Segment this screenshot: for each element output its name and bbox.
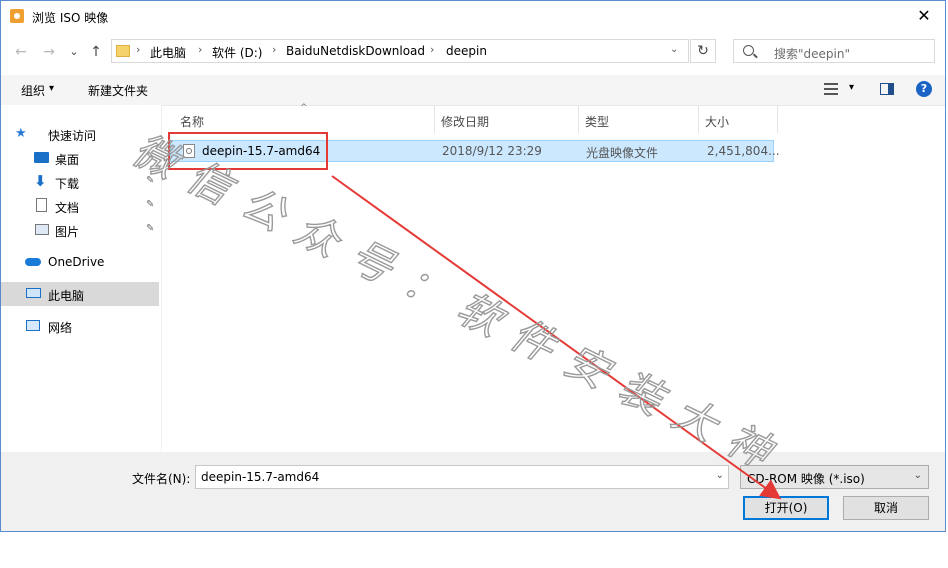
sidebar-item-label: 桌面 xyxy=(55,153,80,167)
sidebar-item-documents[interactable]: 文档 ✎ xyxy=(1,194,159,218)
breadcrumb-drive-d[interactable]: 软件 (D:) xyxy=(212,44,262,61)
view-options-icon[interactable] xyxy=(824,83,838,95)
pin-icon[interactable]: ✎ xyxy=(146,175,154,186)
sidebar-item-label: 图片 xyxy=(55,225,80,239)
file-size: 2,451,804... xyxy=(707,144,780,158)
title-bar: 浏览 ISO 映像 ✕ xyxy=(1,1,945,31)
sidebar-item-label: 快速访问 xyxy=(48,129,97,143)
filename-value: deepin-15.7-amd64 xyxy=(201,470,320,484)
column-divider[interactable] xyxy=(777,105,778,133)
back-button[interactable]: ← xyxy=(12,43,30,61)
network-icon xyxy=(26,320,40,331)
breadcrumb-separator: › xyxy=(430,43,435,56)
sidebar-item-label: OneDrive xyxy=(48,255,105,269)
up-button[interactable]: ↑ xyxy=(87,43,105,61)
filename-label: 文件名(N): xyxy=(132,472,191,486)
address-dropdown-icon[interactable]: ⌄ xyxy=(670,44,678,55)
navigation-bar: ← → ⌄ ↑ › 此电脑 › 软件 (D:) › BaiduNetdiskDo… xyxy=(1,35,945,69)
file-type: 光盘映像文件 xyxy=(586,146,659,160)
pin-icon[interactable]: ✎ xyxy=(146,199,154,210)
chevron-down-icon: ▾ xyxy=(49,83,55,94)
navigation-pane: ★ 快速访问 桌面 ✎ ⬇ 下载 ✎ 文档 ✎ 图片 ✎ OneDrive 此电… xyxy=(1,105,162,451)
forward-button[interactable]: → xyxy=(40,43,58,61)
close-button[interactable]: ✕ xyxy=(909,3,939,29)
breadcrumb-this-pc[interactable]: 此电脑 xyxy=(150,44,186,61)
computer-icon xyxy=(26,288,41,298)
search-input[interactable]: 搜索"deepin" xyxy=(774,45,850,62)
annotation-highlight-box xyxy=(168,132,328,170)
desktop-icon xyxy=(34,152,49,163)
window-title: 浏览 ISO 映像 xyxy=(32,11,109,25)
open-button[interactable]: 打开(O) xyxy=(743,496,829,520)
filetype-value: CD-ROM 映像 (*.iso) xyxy=(747,472,865,486)
dialog-footer: 文件名(N): deepin-15.7-amd64 ⌄ CD-ROM 映像 (*… xyxy=(1,452,945,531)
cloud-icon xyxy=(25,258,41,266)
sidebar-item-desktop[interactable]: 桌面 ✎ xyxy=(1,146,159,170)
folder-icon xyxy=(116,45,130,57)
column-divider[interactable] xyxy=(578,105,579,133)
file-dialog: 浏览 ISO 映像 ✕ ← → ⌄ ↑ › 此电脑 › 软件 (D:) › Ba… xyxy=(0,0,946,532)
breadcrumb-separator: › xyxy=(136,43,141,56)
download-icon: ⬇ xyxy=(34,172,47,190)
pin-icon[interactable]: ✎ xyxy=(146,223,154,234)
column-divider[interactable] xyxy=(698,105,699,133)
sidebar-item-network[interactable]: 网络 xyxy=(1,314,159,338)
sidebar-item-downloads[interactable]: ⬇ 下载 ✎ xyxy=(1,170,159,194)
sort-ascending-icon: ^ xyxy=(300,103,308,113)
organize-button[interactable]: 组织 xyxy=(21,82,45,99)
filetype-select[interactable]: CD-ROM 映像 (*.iso) ⌄ xyxy=(740,465,929,489)
file-modified: 2018/9/12 23:29 xyxy=(442,144,542,158)
preview-pane-icon[interactable] xyxy=(880,83,894,95)
refresh-button[interactable]: ↻ xyxy=(690,39,716,63)
command-bar: 组织 ▾ 新建文件夹 ▾ ? xyxy=(1,75,945,106)
app-icon xyxy=(10,9,24,23)
sidebar-item-label: 文档 xyxy=(55,201,80,215)
sidebar-item-this-pc[interactable]: 此电脑 xyxy=(1,282,159,306)
view-dropdown-icon[interactable]: ▾ xyxy=(849,82,854,93)
search-box[interactable]: 搜索"deepin" xyxy=(733,39,935,63)
filename-input[interactable]: deepin-15.7-amd64 ⌄ xyxy=(195,465,729,489)
sidebar-item-label: 网络 xyxy=(48,321,73,335)
chevron-down-icon[interactable]: ⌄ xyxy=(716,470,724,481)
sidebar-item-quick-access[interactable]: ★ 快速访问 xyxy=(1,122,159,146)
search-icon xyxy=(743,45,754,56)
breadcrumb-baidunetdisk[interactable]: BaiduNetdiskDownload xyxy=(286,44,425,58)
address-bar[interactable]: › 此电脑 › 软件 (D:) › BaiduNetdiskDownload ›… xyxy=(111,39,689,63)
star-icon: ★ xyxy=(15,126,27,141)
pictures-icon xyxy=(35,224,49,235)
column-header-size[interactable]: 大小 xyxy=(705,113,729,141)
column-header-type[interactable]: 类型 xyxy=(585,113,609,141)
document-icon xyxy=(36,198,47,212)
sidebar-item-label: 下载 xyxy=(55,177,80,191)
sidebar-item-pictures[interactable]: 图片 ✎ xyxy=(1,218,159,242)
sidebar-item-label: 此电脑 xyxy=(48,289,85,303)
column-divider[interactable] xyxy=(434,105,435,133)
sidebar-item-onedrive[interactable]: OneDrive xyxy=(1,250,159,274)
new-folder-button[interactable]: 新建文件夹 xyxy=(88,82,148,99)
chevron-down-icon: ⌄ xyxy=(913,470,922,481)
breadcrumb-separator: › xyxy=(198,43,203,56)
breadcrumb-deepin[interactable]: deepin xyxy=(446,44,487,58)
column-header-modified[interactable]: 修改日期 xyxy=(441,113,489,141)
help-icon[interactable]: ? xyxy=(916,81,932,97)
cancel-button[interactable]: 取消 xyxy=(843,496,929,520)
recent-locations-button[interactable]: ⌄ xyxy=(65,43,83,61)
breadcrumb-separator: › xyxy=(272,43,277,56)
pin-icon[interactable]: ✎ xyxy=(146,151,154,162)
